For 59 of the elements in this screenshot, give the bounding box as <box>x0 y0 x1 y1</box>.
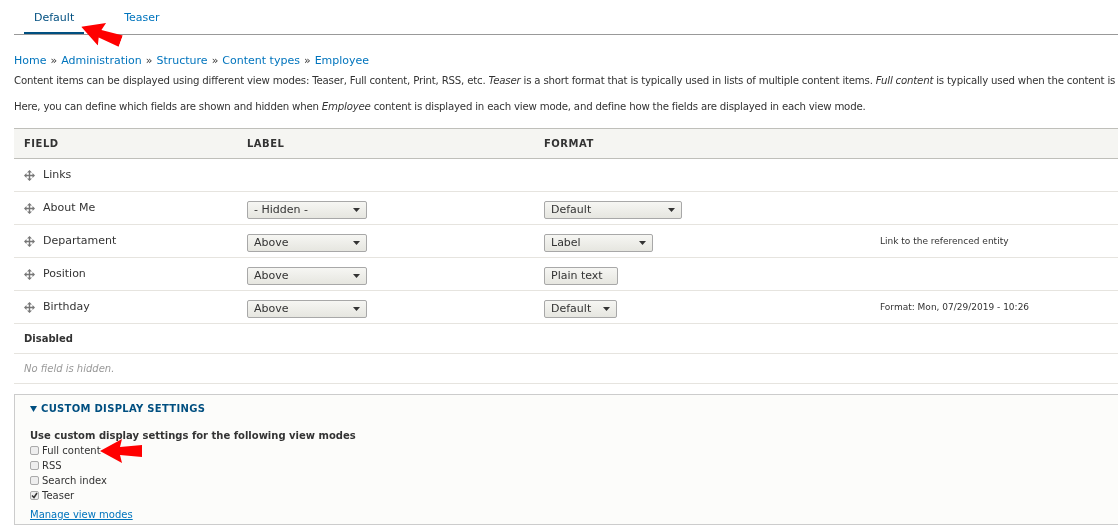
arrow-annotation-icon <box>100 439 142 464</box>
dropdown[interactable]: Above <box>247 267 367 286</box>
dropdown[interactable]: Plain text <box>544 267 618 286</box>
caret-icon <box>353 208 360 213</box>
drag-handle-icon[interactable] <box>24 235 35 247</box>
empty-message: No field is hidden. <box>24 362 115 377</box>
column-header: FORMAT <box>544 137 594 152</box>
drag-handle-icon[interactable] <box>24 301 35 313</box>
breadcrumb-separator: » <box>303 53 311 69</box>
breadcrumb-separator: » <box>211 53 219 69</box>
drag-handle-icon[interactable] <box>24 202 35 214</box>
field-name: Links <box>43 167 72 184</box>
dropdown[interactable]: - Hidden - <box>247 201 367 220</box>
caret-icon <box>353 307 360 312</box>
checkbox[interactable] <box>30 446 39 456</box>
caret-icon <box>639 241 646 246</box>
manage-view-modes-link[interactable]: Manage view modes <box>30 507 1118 523</box>
description-text: Here, you can define which fields are shown and hidden when Employee content is displayed in each view mode, and define how the fields are displayed in each view mode. <box>14 99 867 114</box>
dropdown[interactable]: Above <box>247 300 367 319</box>
legend-text: Use custom display settings for the following view modes <box>30 429 357 444</box>
checkbox-label: Full content <box>42 444 101 459</box>
caret-icon <box>353 241 360 246</box>
breadcrumb-link[interactable]: Content types <box>222 53 300 70</box>
format-summary: Link to the referenced entity <box>880 235 1009 249</box>
checkbox[interactable] <box>30 491 39 501</box>
dropdown[interactable]: Label <box>544 234 653 253</box>
checkbox-label: RSS <box>42 459 62 474</box>
breadcrumb-link[interactable]: Employee <box>314 53 370 70</box>
caret-icon <box>353 274 360 279</box>
checkbox[interactable] <box>30 476 39 486</box>
caret-icon <box>30 405 37 412</box>
breadcrumb-separator: » <box>50 53 58 69</box>
breadcrumb-separator: » <box>145 53 153 69</box>
format-summary: Format: Mon, 07/29/2019 - 10:26 <box>880 301 1030 315</box>
column-header: LABEL <box>247 137 286 152</box>
region-heading: Disabled <box>24 332 73 347</box>
breadcrumb-link[interactable]: Home <box>14 53 47 70</box>
caret-icon <box>603 307 610 312</box>
drag-handle-icon[interactable] <box>24 169 35 181</box>
checkbox[interactable] <box>30 461 39 471</box>
tab[interactable]: Default <box>24 9 85 34</box>
field-name: About Me <box>43 200 96 217</box>
dropdown[interactable]: Default <box>544 300 617 319</box>
dropdown[interactable]: Above <box>247 234 367 253</box>
caret-icon <box>668 208 675 213</box>
field-name: Birthday <box>43 299 90 316</box>
dropdown[interactable]: Default <box>544 201 682 220</box>
breadcrumb-link[interactable]: Administration <box>61 53 142 70</box>
column-header: FIELD <box>23 137 60 152</box>
checkbox-label: Search index <box>42 474 107 489</box>
field-name: Position <box>43 266 86 283</box>
tab[interactable]: Teaser <box>114 9 170 34</box>
checkmark-icon <box>31 492 38 500</box>
description-text: Content items can be displayed using different view modes: Teaser, Full content, Print, RSS, etc. Teaser is a short format that is typically used in lists of multiple content items. Full content is typically used when the content is <box>14 73 1117 88</box>
field-name: Departament <box>43 233 117 250</box>
details-toggle[interactable]: CUSTOM DISPLAY SETTINGS <box>30 401 206 417</box>
breadcrumb-link[interactable]: Structure <box>156 53 208 70</box>
drag-handle-icon[interactable] <box>24 268 35 280</box>
checkbox-label: Teaser <box>42 489 75 504</box>
